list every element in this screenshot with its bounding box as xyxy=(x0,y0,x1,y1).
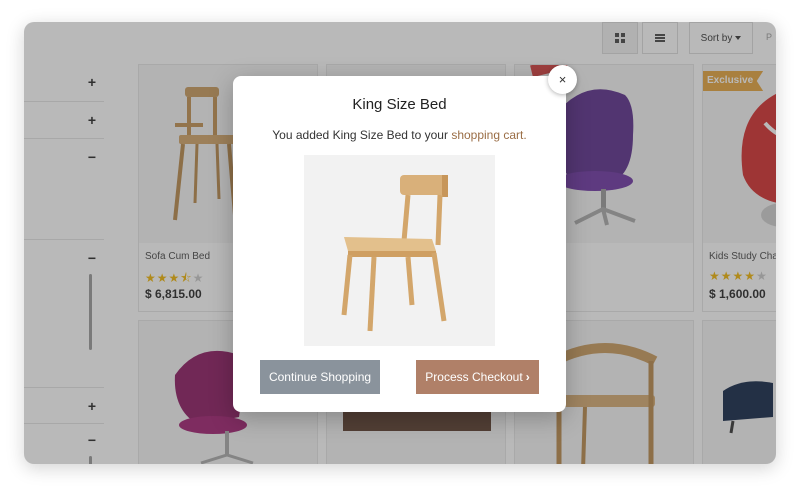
product-image xyxy=(304,155,495,346)
shopping-cart-link[interactable]: shopping cart. xyxy=(451,128,526,142)
added-to-cart-modal: × King Size Bed You added King Size Bed … xyxy=(233,65,577,412)
process-checkout-button[interactable]: Process Checkout › xyxy=(416,360,539,394)
continue-shopping-label: Continue Shopping xyxy=(268,370,372,384)
modal-message: You added King Size Bed to your shopping… xyxy=(233,128,566,142)
chevron-right-icon: › xyxy=(525,370,530,384)
close-button[interactable]: × xyxy=(548,65,577,94)
continue-shopping-button[interactable]: Continue Shopping xyxy=(260,360,380,394)
wooden-chair-image xyxy=(341,175,448,332)
close-icon: × xyxy=(558,72,567,87)
process-checkout-label: Process Checkout xyxy=(425,370,523,384)
shop-page: Sort by P + + − − + − Sofa Cum Bed ★★★⯪★… xyxy=(24,22,776,464)
modal-title: King Size Bed xyxy=(352,96,447,113)
message-text: You added King Size Bed to your xyxy=(272,128,452,142)
